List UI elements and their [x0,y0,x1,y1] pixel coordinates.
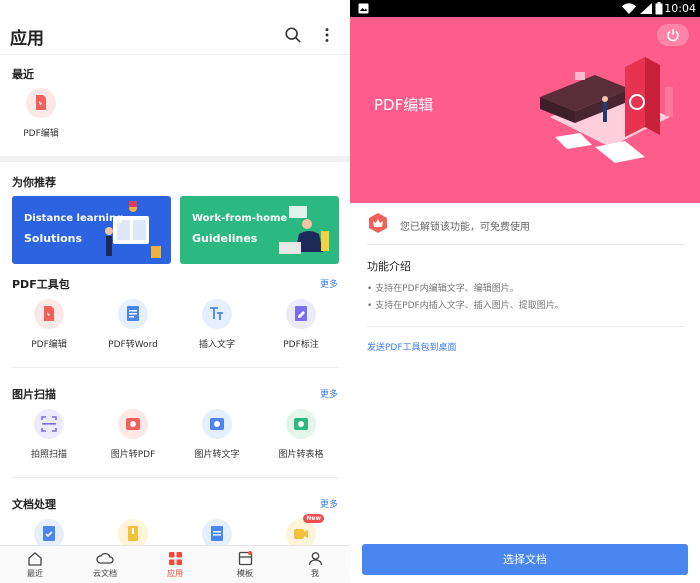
tool-label: 拍照扫描 [30,450,67,460]
tool-label: 图片转文字 [194,450,240,460]
reading-illustration-icon [105,201,161,258]
feature-hero-banner: PDF编辑 [350,17,700,203]
tab-label: 云文档 [93,569,117,578]
scan-icon [34,409,64,439]
crown-badge-icon [369,213,387,233]
section-divider [12,367,338,368]
pdf-edit-detail-panel: 10:04 PDF编辑 您已解锁该功能，可免费使用 功能介绍 • 支持在PDF内… [350,0,700,583]
tool-image-to-table[interactable]: 图片转表格 [261,409,341,460]
pdf-annotate-icon [286,299,316,329]
section-divider [367,244,684,245]
choose-document-button[interactable]: 选择文档 [362,544,688,575]
intro-item: • 支持在PDF内编辑文字、编辑图片。 [367,284,519,294]
section-divider [367,326,684,327]
section-divider [12,477,338,478]
clock: 10:04 [664,2,696,15]
tool-pdf-edit[interactable]: PDF编辑 [9,299,89,350]
status-bar: 10:04 [350,0,700,17]
card2-line1: Work-from-home [192,213,288,224]
tool-image-to-text[interactable]: 图片转文字 [177,409,257,460]
tool-pdf-to-word[interactable]: PDF转Word [93,299,173,350]
pdf-to-word-icon [118,299,148,329]
recent-item-label: PDF编辑 [23,129,59,139]
unlock-status-text: 您已解锁该功能，可免费使用 [400,222,530,233]
new-badge: New [303,514,324,523]
tool-label: 图片转PDF [110,450,156,460]
send-to-desktop-link[interactable]: 发送PDF工具包到桌面 [367,340,457,353]
pdf-tools-more-link[interactable]: 更多 [320,277,338,290]
tab-templates[interactable]: 模板 [220,551,270,579]
bottom-tab-bar: 最近 云文档 应用 模板 我 [0,545,350,583]
power-icon [667,29,679,42]
home-icon [28,552,42,566]
wifi-icon [622,3,636,14]
insert-text-icon [202,299,232,329]
tool-label: PDF编辑 [31,340,67,350]
intro-title: 功能介绍 [367,260,411,273]
tab-cloud-docs[interactable]: 云文档 [80,551,130,579]
image-to-text-icon [202,409,232,439]
tool-label: PDF标注 [283,340,319,350]
image-to-table-icon [286,409,316,439]
tool-label: PDF转Word [108,340,158,350]
tool-photo-scan[interactable]: 拍照扫描 [9,409,89,460]
feature-title: PDF编辑 [374,96,434,114]
card2-line2: Guidelines [192,232,258,245]
section-divider [0,156,350,162]
signal-icon [640,3,652,14]
apps-panel: 应用 最近 PDF编辑 为你推荐 Distance learning Solut… [0,0,350,583]
card1-line2: Solutions [24,232,83,245]
tool-label: 插入文字 [198,340,235,350]
tab-label: 我 [311,569,319,578]
tab-label: 模板 [237,569,253,578]
cloud-icon [96,552,114,564]
recent-section-title: 最近 [12,68,34,81]
image-scan-more-link[interactable]: 更多 [320,387,338,400]
pdf-books-illustration-icon [540,57,673,163]
card1-line1: Distance learning [24,213,124,224]
tool-image-to-pdf[interactable]: 图片转PDF [93,409,173,460]
user-icon [308,552,322,566]
doc-process-more-link[interactable]: 更多 [320,497,338,510]
app-header: 应用 [0,17,350,55]
apps-grid-icon [168,552,182,565]
search-icon[interactable] [284,26,302,44]
image-scan-section-title: 图片扫描 [12,388,56,401]
tab-recent[interactable]: 最近 [10,551,60,579]
tool-pdf-annotate[interactable]: PDF标注 [261,299,341,350]
tool-label: 图片转表格 [278,450,324,460]
laptop-illustration-icon [279,206,329,254]
tab-label: 应用 [167,569,183,578]
pdf-edit-icon [26,88,56,118]
more-vertical-icon[interactable] [318,26,336,44]
intro-item: • 支持在PDF内插入文字、插入图片、提取图片。 [367,301,564,311]
pdf-tools-section-title: PDF工具包 [12,278,70,291]
page-title: 应用 [10,29,44,49]
notification-dot [248,551,252,555]
power-button[interactable] [657,24,689,46]
tab-me[interactable]: 我 [290,551,340,579]
image-to-pdf-icon [118,409,148,439]
recent-item-pdf-edit[interactable]: PDF编辑 [1,88,81,139]
card-work-from-home[interactable]: Work-from-home Guidelines [180,196,339,264]
tab-apps[interactable]: 应用 [150,551,200,579]
recommend-section-title: 为你推荐 [12,176,56,189]
gallery-notification-icon [358,3,369,14]
card-distance-learning[interactable]: Distance learning Solutions [12,196,171,264]
battery-icon [655,2,663,15]
tool-insert-text[interactable]: 插入文字 [177,299,257,350]
tab-label: 最近 [27,569,43,578]
pdf-edit-icon [34,299,64,329]
doc-process-section-title: 文档处理 [12,498,56,511]
